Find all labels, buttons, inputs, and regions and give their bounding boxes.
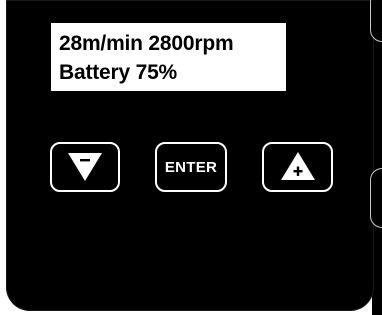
- down-triangle-minus-icon: [68, 153, 102, 181]
- up-button[interactable]: [262, 142, 333, 192]
- enter-button[interactable]: ENTER: [155, 142, 227, 192]
- battery-readout: Battery 75%: [59, 61, 178, 84]
- up-triangle-plus-icon: [280, 152, 315, 180]
- panel-notch-middle: [370, 168, 382, 228]
- lcd-display: 28m/min 2800rpm Battery 75%: [51, 23, 286, 91]
- speed-readout: 28m/min 2800rpm: [59, 32, 234, 55]
- down-button[interactable]: [50, 142, 120, 192]
- enter-label: ENTER: [164, 158, 218, 176]
- control-panel-view: 28m/min 2800rpm Battery 75% ENTER: [0, 0, 382, 315]
- panel-notch-top: [370, 0, 382, 42]
